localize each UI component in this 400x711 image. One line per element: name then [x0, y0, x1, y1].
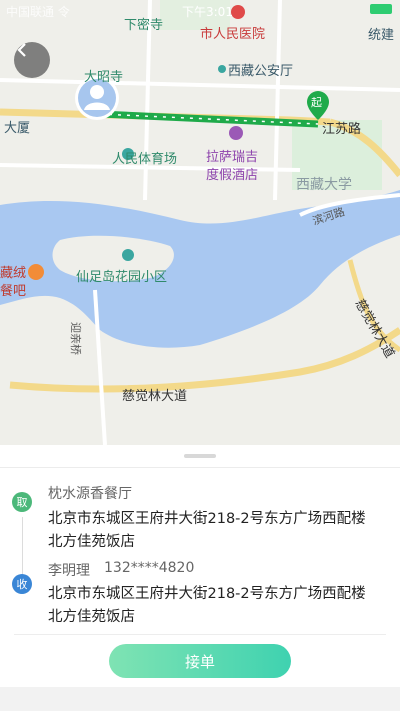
panel-divider	[0, 467, 400, 468]
person-icon	[90, 85, 104, 99]
actions-divider	[14, 634, 386, 635]
route-connector-line	[22, 517, 23, 575]
map-label-tongjian: 统建	[368, 28, 395, 43]
police-icon	[218, 65, 226, 73]
map-label-dazhaosi: 大昭寺	[84, 70, 124, 85]
chevron-left-icon	[17, 43, 26, 57]
delivery-address: 北京市东城区王府井大街218-2号东方广场西配楼北方佳苑饭店	[48, 586, 366, 625]
map-label-police: 西藏公安厅	[228, 64, 294, 79]
map-label-jiangsu-road: 江苏路	[322, 122, 362, 137]
battery-icon	[370, 4, 392, 14]
map-label-cijuelin-h: 慈觉林大道	[122, 389, 188, 404]
map-label-hotel-2: 度假酒店	[206, 168, 259, 183]
pickup-name: 枕水源香餐厅	[48, 486, 132, 502]
accept-order-button[interactable]: 接单	[109, 644, 291, 678]
road-white-1	[0, 78, 400, 92]
map-label-tibet-univ: 西藏大学	[296, 177, 352, 193]
drag-handle[interactable]	[184, 454, 216, 458]
map-label-restaurant-1: 藏绒	[0, 266, 27, 281]
carrier-label: 中国联通 令	[6, 5, 70, 19]
pickup-badge: 取	[12, 492, 32, 512]
recipient-phone[interactable]: 132****4820	[104, 560, 194, 576]
map-label-yingqiao: 迎亲桥	[69, 322, 82, 355]
map-label-xiamisi: 下密寺	[124, 18, 164, 33]
status-bar: 中国联通 令 下午3:01	[0, 0, 400, 22]
map-canvas[interactable]	[0, 0, 400, 445]
start-marker-label: 起	[311, 96, 322, 109]
recipient-name: 李明理	[48, 563, 90, 579]
residence-icon	[122, 249, 134, 261]
map-label-hotel-1: 拉萨瑞吉	[206, 150, 259, 165]
delivery-badge: 收	[12, 574, 32, 594]
pickup-address: 北京市东城区王府井大街218-2号东方广场西配楼北方佳苑饭店	[48, 511, 366, 550]
map-label-hospital: 市人民医院	[200, 27, 266, 42]
map-label-stadium: 人民体育场	[112, 152, 178, 167]
map-label-restaurant-2: 餐吧	[0, 284, 27, 299]
clock: 下午3:01	[182, 5, 233, 19]
back-button[interactable]	[14, 42, 50, 78]
hotel-icon	[229, 126, 243, 140]
map-label-xianzudao: 仙足岛花园小区	[76, 270, 168, 285]
map-view[interactable]: 中国联通 令 下午3:01 下密寺 市人民医院 统建 大昭寺 西藏公安厅 大厦 …	[0, 0, 400, 445]
restaurant-icon	[28, 264, 44, 280]
map-label-dasha: 大厦	[4, 121, 31, 136]
